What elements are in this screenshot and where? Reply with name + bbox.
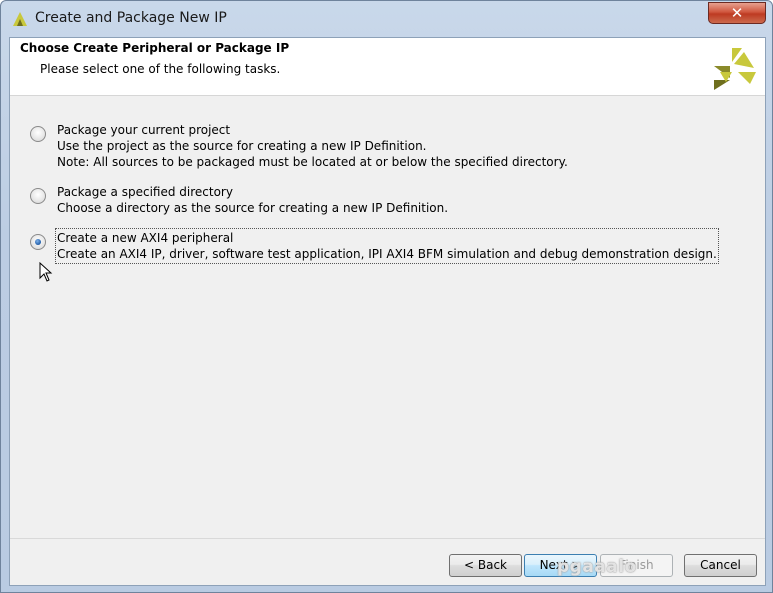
xilinx-logo-icon	[714, 48, 756, 90]
option-text: Create a new AXI4 peripheral Create an A…	[55, 228, 719, 264]
title-bar[interactable]: Create and Package New IP ✕	[1, 1, 772, 36]
dialog-client-area: Choose Create Peripheral or Package IP P…	[9, 37, 766, 586]
cancel-button[interactable]: Cancel	[684, 554, 757, 577]
window-title: Create and Package New IP	[35, 10, 227, 26]
back-button[interactable]: < Back	[449, 554, 522, 577]
wizard-header: Choose Create Peripheral or Package IP P…	[10, 38, 765, 96]
option-text: Package your current project Use the pro…	[57, 122, 568, 170]
option-description: Use the project as the source for creati…	[57, 139, 427, 153]
option-description: Create an AXI4 IP, driver, software test…	[57, 247, 717, 261]
radio-package-specified-directory[interactable]	[30, 188, 46, 204]
close-button[interactable]: ✕	[708, 2, 766, 24]
page-title: Choose Create Peripheral or Package IP	[20, 41, 290, 55]
radio-package-current-project[interactable]	[30, 126, 46, 142]
close-icon: ✕	[730, 4, 744, 22]
radio-create-axi4-peripheral[interactable]	[30, 234, 46, 250]
option-description: Note: All sources to be packaged must be…	[57, 155, 568, 169]
option-label: Package your current project	[57, 123, 231, 137]
page-subtitle: Please select one of the following tasks…	[40, 62, 281, 76]
option-description: Choose a directory as the source for cre…	[57, 201, 449, 215]
footer-divider	[10, 538, 765, 539]
option-text: Package a specified directory Choose a d…	[57, 184, 448, 216]
option-label: Package a specified directory	[57, 185, 233, 199]
vivado-app-icon	[13, 12, 27, 26]
option-label: Create a new AXI4 peripheral	[57, 231, 234, 245]
mouse-pointer-icon	[39, 262, 53, 282]
watermark: pgaaalo	[557, 557, 637, 577]
dialog-window: Create and Package New IP ✕ Choose Creat…	[0, 0, 773, 593]
